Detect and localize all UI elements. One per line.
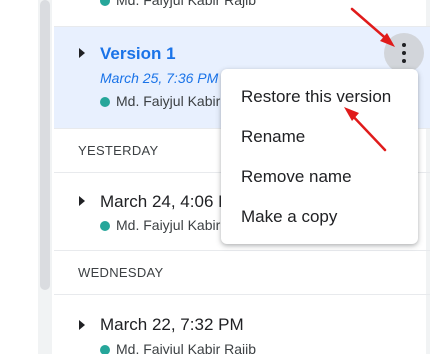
- version-title: March 22, 7:32 PM: [100, 315, 244, 334]
- menu-item-restore-version[interactable]: Restore this version: [221, 77, 418, 117]
- version-author: Md. Faiyjul Kabir Rajib: [116, 0, 257, 8]
- expand-caret-icon[interactable]: [79, 48, 85, 58]
- more-actions-button[interactable]: [384, 33, 424, 73]
- more-vert-icon: [402, 43, 406, 47]
- expand-caret-icon[interactable]: [79, 320, 85, 330]
- menu-item-remove-name[interactable]: Remove name: [221, 157, 418, 197]
- author-color-dot: [100, 345, 110, 354]
- author-color-dot: [100, 97, 110, 107]
- author-color-dot: [100, 0, 110, 6]
- version-item[interactable]: March 22, 7:32 PM Md. Faiyjul Kabir Raji…: [54, 295, 430, 354]
- version-title: Version 1: [100, 44, 176, 63]
- scrollbar-thumb[interactable]: [40, 0, 50, 290]
- version-author: Md. Faiyjul Kabir Rajib: [116, 341, 257, 354]
- menu-item-rename[interactable]: Rename: [221, 117, 418, 157]
- version-item-previous[interactable]: Md. Faiyjul Kabir Rajib: [54, 0, 430, 26]
- expand-caret-icon[interactable]: [79, 196, 85, 206]
- menu-item-make-copy[interactable]: Make a copy: [221, 197, 418, 237]
- section-header-wednesday: WEDNESDAY: [78, 265, 164, 280]
- author-color-dot: [100, 221, 110, 231]
- version-date: March 25, 7:36 PM: [100, 70, 219, 86]
- version-context-menu: Restore this version Rename Remove name …: [221, 69, 418, 244]
- divider: [54, 250, 430, 251]
- section-header-yesterday: YESTERDAY: [78, 143, 159, 158]
